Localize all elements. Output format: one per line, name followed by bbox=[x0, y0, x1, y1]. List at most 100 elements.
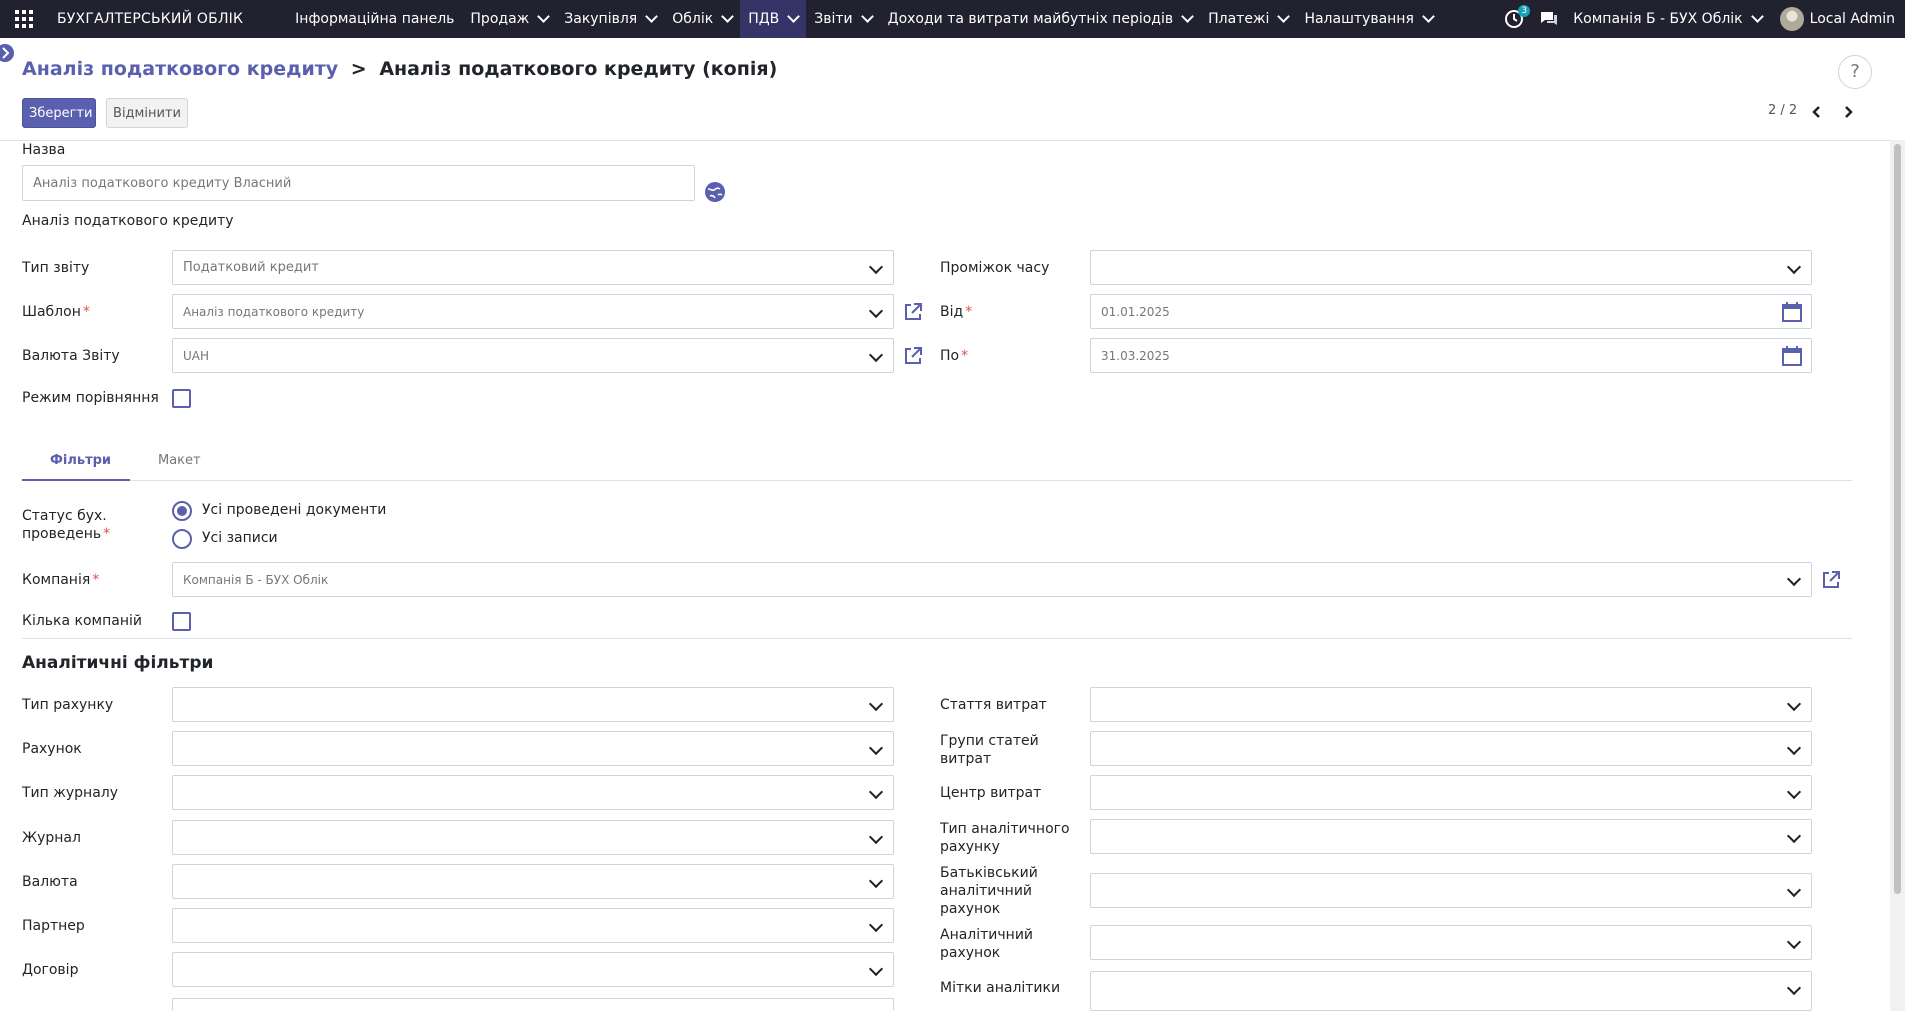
compare-mode-checkbox[interactable] bbox=[172, 389, 191, 408]
multi-company-checkbox[interactable] bbox=[172, 612, 191, 631]
required-marker: * bbox=[82, 304, 90, 320]
company-switcher[interactable]: Компанія Б - БУХ Облік bbox=[1573, 10, 1764, 27]
menu-item-purchases[interactable]: Закупівля bbox=[556, 0, 664, 38]
report-type-label: Тип звіту bbox=[22, 260, 90, 276]
cost-center-select[interactable] bbox=[1090, 775, 1812, 810]
period-select[interactable] bbox=[1090, 250, 1812, 285]
date-to-label: По * bbox=[940, 348, 968, 364]
expense-group-label-line1: Групи статей bbox=[940, 733, 1039, 749]
period-label: Проміжок часу bbox=[940, 260, 1050, 276]
journal-select[interactable] bbox=[172, 820, 894, 855]
menu-item-label: Закупівля bbox=[564, 11, 638, 27]
chevron-down-icon bbox=[868, 696, 884, 712]
external-link-icon[interactable] bbox=[903, 346, 923, 366]
breadcrumb-parent-link[interactable]: Аналіз податкового кредиту bbox=[22, 58, 338, 80]
avatar bbox=[1779, 7, 1804, 31]
chevron-down-icon bbox=[1786, 934, 1802, 950]
menu-item-reports[interactable]: Звіти bbox=[806, 0, 879, 38]
posting-status-label-line2: проведень * bbox=[22, 526, 110, 542]
tab-layout[interactable]: Макет bbox=[158, 453, 201, 468]
currency-filter-select[interactable] bbox=[172, 864, 894, 899]
analytic-account-label-line2: рахунок bbox=[940, 945, 1001, 961]
save-button[interactable]: Зберегти bbox=[22, 98, 96, 128]
chevron-down-icon bbox=[868, 259, 884, 275]
menu-item-settings[interactable]: Налаштування bbox=[1296, 0, 1440, 38]
account-type-select[interactable] bbox=[172, 687, 894, 722]
chevron-down-icon bbox=[1786, 696, 1802, 712]
chevron-down-icon bbox=[868, 784, 884, 800]
menu-item-label: Налаштування bbox=[1304, 11, 1414, 27]
menu-item-sales[interactable]: Продаж bbox=[462, 0, 556, 38]
menu-item-accounting[interactable]: Облік bbox=[664, 0, 740, 38]
currency-label: Валюта Звіту bbox=[22, 348, 120, 364]
menu-item-label: Інформаційна панель bbox=[295, 11, 455, 27]
date-from-input[interactable]: 01.01.2025 bbox=[1090, 294, 1812, 329]
menu-item-vat[interactable]: ПДВ bbox=[740, 0, 807, 38]
chevron-down-icon bbox=[721, 10, 735, 23]
currency-filter-label: Валюта bbox=[22, 874, 78, 890]
pager-value: 2 / 2 bbox=[1768, 103, 1798, 118]
company-value: Компанія Б - БУХ Облік bbox=[183, 572, 329, 587]
account-label: Рахунок bbox=[22, 741, 82, 757]
name-input-value: Аналіз податкового кредиту Власний bbox=[33, 175, 292, 191]
calendar-icon[interactable] bbox=[1782, 301, 1802, 323]
pager-next-button[interactable] bbox=[1837, 101, 1859, 123]
date-to-input[interactable]: 31.03.2025 bbox=[1090, 338, 1812, 373]
template-select[interactable]: Аналіз податкового кредиту bbox=[172, 294, 894, 329]
expense-group-select[interactable] bbox=[1090, 731, 1812, 766]
analytic-tags-select[interactable] bbox=[1090, 971, 1812, 1011]
pager-previous-button[interactable] bbox=[1806, 101, 1828, 123]
chevron-down-icon bbox=[868, 347, 884, 363]
contract-select[interactable] bbox=[172, 952, 894, 987]
company-select[interactable]: Компанія Б - БУХ Облік bbox=[172, 562, 1812, 597]
parent-analytic-select[interactable] bbox=[1090, 873, 1812, 908]
account-select[interactable] bbox=[172, 731, 894, 766]
help-button[interactable]: ? bbox=[1838, 55, 1872, 89]
partner-select[interactable] bbox=[172, 908, 894, 943]
chevron-down-icon bbox=[1786, 740, 1802, 756]
chevron-down-icon bbox=[1422, 10, 1435, 23]
chevron-down-icon bbox=[1786, 784, 1802, 800]
activity-clock-icon[interactable]: 3 bbox=[1503, 5, 1531, 30]
company-label: Компанія * bbox=[22, 572, 99, 588]
name-input[interactable]: Аналіз податкового кредиту Власний bbox=[22, 165, 695, 201]
user-menu[interactable]: Local Admin bbox=[1779, 7, 1895, 31]
status-radio-posted[interactable] bbox=[172, 501, 192, 521]
menu-item-deferred[interactable]: Доходи та витрати майбутніх періодів bbox=[880, 0, 1200, 38]
status-option-all[interactable]: Усі записи bbox=[202, 530, 278, 546]
external-link-icon[interactable] bbox=[1821, 570, 1841, 590]
chat-icon[interactable] bbox=[1539, 9, 1559, 29]
analytic-type-select[interactable] bbox=[1090, 819, 1812, 854]
sidebar-toggle-icon[interactable] bbox=[0, 44, 18, 62]
expense-item-select[interactable] bbox=[1090, 687, 1812, 722]
tab-filters[interactable]: Фільтри bbox=[50, 453, 111, 468]
external-link-icon[interactable] bbox=[903, 302, 923, 322]
posting-status-label-text: проведень bbox=[22, 526, 102, 542]
menu-item-payments[interactable]: Платежі bbox=[1200, 0, 1296, 38]
analytic-account-select[interactable] bbox=[1090, 925, 1812, 960]
discard-button[interactable]: Відмінити bbox=[106, 98, 188, 128]
apps-menu-icon[interactable] bbox=[0, 0, 48, 38]
activity-badge: 3 bbox=[1518, 5, 1531, 17]
systray: 3 Компанія Б - БУХ Облік Local Admin bbox=[1503, 0, 1895, 38]
expense-item-label: Стаття витрат bbox=[940, 697, 1047, 713]
menu-item-dashboard[interactable]: Інформаційна панель bbox=[287, 0, 462, 38]
chevron-down-icon bbox=[1181, 10, 1194, 23]
next-filter-select[interactable] bbox=[172, 998, 894, 1011]
globe-icon[interactable] bbox=[704, 181, 726, 203]
partner-label: Партнер bbox=[22, 918, 85, 934]
chevron-down-icon bbox=[1786, 882, 1802, 898]
status-option-posted[interactable]: Усі проведені документи bbox=[202, 502, 386, 518]
status-radio-all[interactable] bbox=[172, 529, 192, 549]
journal-type-select[interactable] bbox=[172, 775, 894, 810]
calendar-icon[interactable] bbox=[1782, 345, 1802, 367]
active-tab-indicator bbox=[22, 479, 130, 481]
template-value: Аналіз податкового кредиту bbox=[183, 304, 365, 319]
report-type-select[interactable]: Податковий кредит bbox=[172, 250, 894, 285]
compare-mode-label: Режим порівняння bbox=[22, 390, 159, 406]
scrollbar-thumb[interactable] bbox=[1894, 144, 1901, 894]
currency-select[interactable]: UAH bbox=[172, 338, 894, 373]
page-scrollbar[interactable] bbox=[1890, 140, 1905, 1011]
app-brand[interactable]: БУХГАЛТЕРСЬКИЙ ОБЛІК bbox=[57, 11, 243, 27]
required-marker: * bbox=[961, 348, 969, 364]
